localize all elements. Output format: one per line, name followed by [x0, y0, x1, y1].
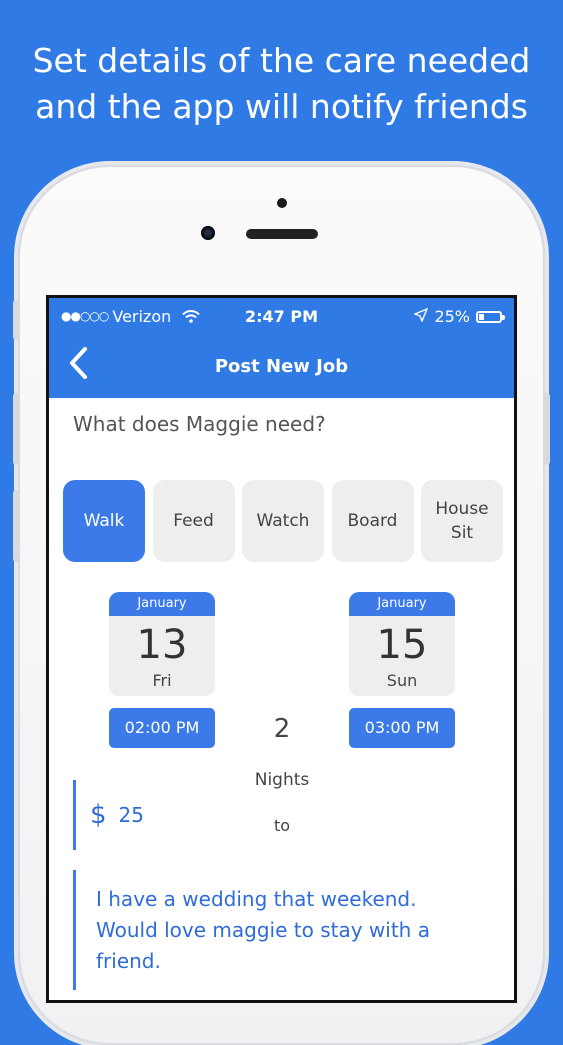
service-label: Board — [347, 511, 398, 531]
service-house-sit[interactable]: House Sit — [421, 480, 503, 562]
phone-speaker — [246, 229, 318, 239]
start-date-picker[interactable]: January 13 Fri — [109, 592, 215, 696]
status-bar: ●●○○○ Verizon 2:47 PM 25% — [49, 298, 514, 336]
battery-level — [479, 313, 484, 320]
phone-volume-up — [13, 393, 19, 465]
service-label-line2: Sit — [450, 523, 474, 543]
marketing-headline: Set details of the care needed and the a… — [0, 38, 563, 130]
currency-symbol: $ — [90, 800, 107, 830]
page-title: Post New Job — [214, 356, 349, 377]
note-textarea[interactable]: I have a wedding that weekend. Would lov… — [73, 870, 493, 990]
care-question: What does Maggie need? — [73, 412, 326, 436]
service-label: House — [435, 499, 489, 519]
service-watch[interactable]: Watch — [242, 480, 324, 562]
start-time-button[interactable]: 02:00 PM — [109, 708, 215, 748]
service-selector: Walk Feed Watch Board House Sit — [63, 480, 503, 562]
phone-volume-down — [13, 490, 19, 562]
end-time-button[interactable]: 03:00 PM — [349, 708, 455, 748]
headline-line-1: Set details of the care needed — [32, 41, 531, 80]
headline-line-2: and the app will notify friends — [35, 87, 528, 126]
battery-percent: 25% — [434, 307, 470, 326]
end-day: 15 — [376, 622, 428, 668]
service-label: Watch — [256, 511, 310, 531]
nav-bar: Post New Job — [49, 336, 514, 398]
phone-mute-switch — [13, 300, 19, 340]
nights-count: 2 — [273, 714, 291, 744]
phone-camera — [201, 226, 215, 240]
service-walk[interactable]: Walk — [63, 480, 145, 562]
start-day: 13 — [136, 622, 188, 668]
end-date-picker[interactable]: January 15 Sun — [349, 592, 455, 696]
service-feed[interactable]: Feed — [152, 480, 235, 562]
price-field[interactable]: $ 25 — [73, 780, 493, 850]
phone-sensor — [277, 198, 287, 208]
start-weekday: Fri — [152, 671, 172, 690]
location-arrow-icon — [413, 307, 429, 326]
end-weekday: Sun — [386, 671, 418, 690]
end-month: January — [349, 592, 455, 616]
status-right: 25% — [413, 307, 505, 326]
start-month: January — [109, 592, 215, 616]
phone-power-button — [544, 393, 550, 465]
battery-icon — [476, 310, 505, 323]
service-label: Feed — [173, 511, 214, 531]
service-board[interactable]: Board — [331, 480, 414, 562]
app-screen: ●●○○○ Verizon 2:47 PM 25% Post New Job W… — [49, 298, 514, 1000]
price-amount: 25 — [118, 803, 144, 827]
service-label: Walk — [83, 511, 125, 531]
